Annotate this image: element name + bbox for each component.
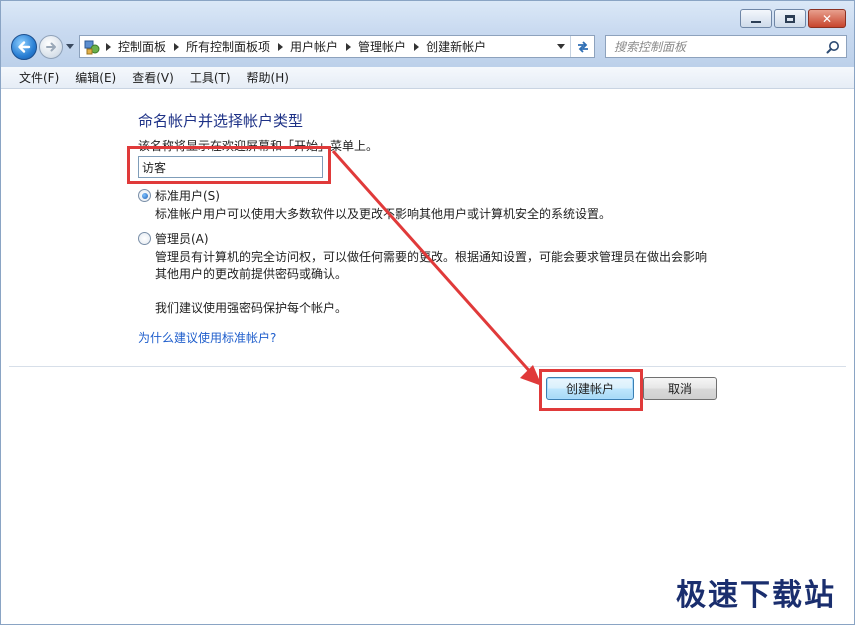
password-recommendation: 我们建议使用强密码保护每个帐户。	[155, 301, 348, 315]
breadcrumb-user-accounts[interactable]: 用户帐户	[286, 38, 342, 55]
refresh-icon	[577, 40, 588, 53]
menu-file[interactable]: 文件(F)	[11, 69, 67, 86]
breadcrumb-separator-icon	[102, 42, 114, 51]
window-controls: ✕	[740, 9, 846, 28]
page-title: 命名帐户并选择帐户类型	[138, 112, 304, 130]
breadcrumb-separator-icon	[274, 42, 286, 51]
create-account-panel: 命名帐户并选择帐户类型 该名称将显示在欢迎屏幕和「开始」菜单上。 标准用户(S)…	[1, 90, 854, 624]
arrow-right-icon	[46, 42, 56, 52]
refresh-button[interactable]	[570, 36, 594, 57]
search-icon[interactable]	[826, 40, 840, 54]
why-standard-account-link[interactable]: 为什么建议使用标准帐户?	[138, 329, 276, 346]
breadcrumb-separator-icon	[342, 42, 354, 51]
standard-user-description: 标准帐户用户可以使用大多数软件以及更改不影响其他用户或计算机安全的系统设置。	[155, 207, 612, 221]
search-input[interactable]	[614, 39, 824, 54]
breadcrumb-manage-accounts[interactable]: 管理帐户	[354, 38, 410, 55]
address-bar[interactable]: 控制面板 所有控制面板项 用户帐户 管理帐户 创建新帐户	[79, 35, 595, 58]
breadcrumb-create-account[interactable]: 创建新帐户	[422, 38, 490, 55]
breadcrumb-all-items[interactable]: 所有控制面板项	[182, 38, 274, 55]
administrator-radio[interactable]	[138, 232, 151, 245]
administrator-description-line-2: 其他用户的更改前提供密码或确认。	[155, 267, 348, 281]
maximize-button[interactable]	[774, 9, 806, 28]
chevron-down-icon	[557, 44, 565, 49]
back-button[interactable]	[11, 34, 37, 60]
close-button[interactable]: ✕	[808, 9, 846, 28]
recent-pages-dropdown[interactable]	[65, 41, 75, 53]
divider	[9, 366, 846, 367]
breadcrumb-control-panel[interactable]: 控制面板	[114, 38, 170, 55]
create-account-button[interactable]: 创建帐户	[546, 377, 634, 400]
cancel-button[interactable]: 取消	[643, 377, 717, 400]
menu-help[interactable]: 帮助(H)	[239, 69, 297, 86]
arrow-left-icon	[18, 41, 31, 53]
standard-user-label[interactable]: 标准用户(S)	[155, 187, 220, 204]
search-box[interactable]	[605, 35, 847, 58]
menu-tools[interactable]: 工具(T)	[182, 69, 239, 86]
standard-user-option[interactable]: 标准用户(S)	[138, 187, 220, 204]
close-icon: ✕	[821, 11, 833, 26]
forward-button[interactable]	[39, 35, 63, 59]
window-chrome: ✕ 控制面板 所有控制面板项 用户帐户 管理帐户 创建新帐户 搜索控制面板	[1, 1, 854, 67]
breadcrumb-separator-icon	[410, 42, 422, 51]
minimize-button[interactable]	[740, 9, 772, 28]
name-description: 该名称将显示在欢迎屏幕和「开始」菜单上。	[138, 139, 379, 153]
chevron-down-icon	[66, 44, 74, 49]
control-panel-window: ✕ 控制面板 所有控制面板项 用户帐户 管理帐户 创建新帐户 搜索控制面板 文件…	[0, 0, 855, 625]
administrator-option[interactable]: 管理员(A)	[138, 230, 209, 247]
maximize-icon	[785, 14, 795, 23]
radio-selected-dot	[141, 192, 148, 199]
address-dropdown[interactable]	[554, 40, 568, 54]
minimize-icon	[751, 20, 761, 23]
control-panel-icon	[82, 37, 102, 57]
account-name-input[interactable]	[138, 156, 323, 178]
menu-view[interactable]: 查看(V)	[124, 69, 182, 86]
menu-edit[interactable]: 编辑(E)	[67, 69, 124, 86]
standard-user-radio[interactable]	[138, 189, 151, 202]
administrator-label[interactable]: 管理员(A)	[155, 230, 209, 247]
breadcrumb-separator-icon	[170, 42, 182, 51]
menu-bar: 文件(F) 编辑(E) 查看(V) 工具(T) 帮助(H)	[1, 67, 854, 89]
watermark: 极速下载站	[676, 578, 836, 613]
administrator-description-line-1: 管理员有计算机的完全访问权，可以做任何需要的更改。根据通知设置，可能会要求管理员…	[155, 250, 708, 264]
